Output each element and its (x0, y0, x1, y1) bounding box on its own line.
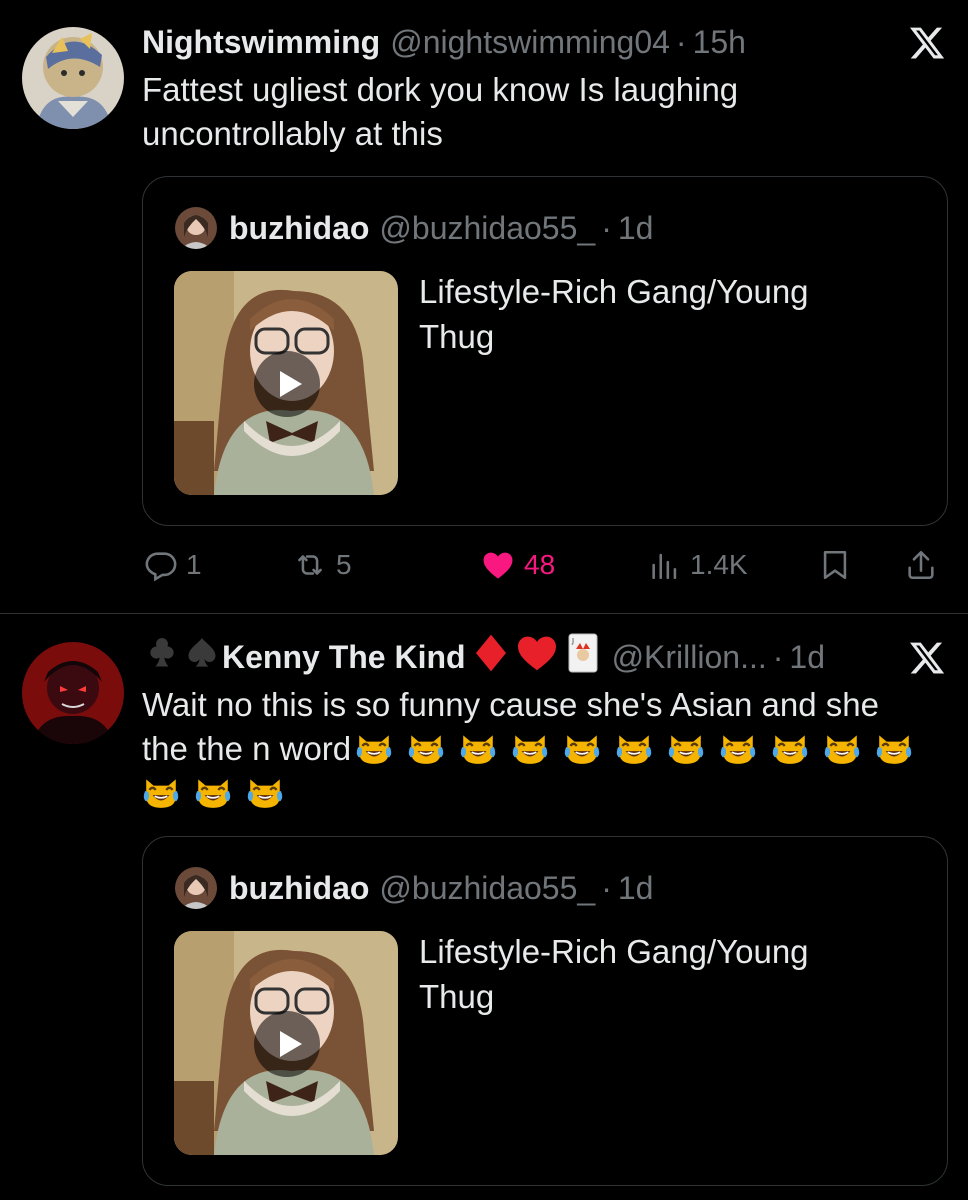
quoted-timestamp[interactable]: 1d (618, 210, 654, 247)
quoted-tweet[interactable]: buzhidao @buzhidao55_ · 1d Lifestyle-Ric… (142, 836, 948, 1186)
crying-laughing-cat-emoji (720, 735, 756, 764)
crying-laughing-cat-emoji (143, 779, 179, 808)
emoji-row (351, 730, 913, 767)
repost-count: 5 (336, 549, 352, 580)
quoted-avatar[interactable] (175, 207, 217, 249)
like-count: 48 (524, 549, 556, 580)
play-icon[interactable] (254, 351, 320, 417)
quoted-avatar[interactable] (175, 867, 217, 909)
quoted-header: buzhidao @buzhidao55_ · 1d (229, 867, 653, 909)
tweet-header: Nightswimming @nightswimming04 · 15h (142, 22, 746, 62)
quoted-timestamp[interactable]: 1d (618, 870, 654, 907)
x-logo-icon (909, 27, 945, 59)
spade-suit-icon (182, 635, 222, 679)
separator-dot: · (601, 209, 612, 246)
quoted-display-name[interactable]: buzhidao (229, 210, 369, 247)
tweet[interactable]: Nightswimming @nightswimming04 · 15h Fat… (0, 0, 968, 614)
crying-laughing-cat-emoji (460, 735, 496, 764)
emoji-row (142, 771, 942, 815)
share-icon (908, 550, 934, 580)
reply-count: 1 (186, 549, 202, 580)
timestamp[interactable]: 1d (789, 639, 825, 676)
bookmark-icon (823, 550, 847, 580)
crying-laughing-cat-emoji (668, 735, 704, 764)
separator-dot: · (601, 869, 612, 906)
like-button[interactable]: 48 (480, 545, 555, 585)
repost-button[interactable]: 5 (292, 545, 352, 585)
views-button[interactable]: 1.4K (648, 545, 748, 585)
crying-laughing-cat-emoji (564, 735, 600, 764)
share-button[interactable] (904, 545, 938, 585)
crying-laughing-cat-emoji (616, 735, 652, 764)
display-name[interactable]: Kenny The Kind (222, 639, 466, 676)
crying-laughing-cat-emoji (512, 735, 548, 764)
crying-laughing-cat-emoji (772, 735, 808, 764)
reply-icon (145, 552, 177, 582)
views-icon (652, 553, 677, 580)
crying-laughing-cat-emoji (195, 779, 231, 808)
tweet-text-fragment: the the n word (142, 730, 352, 767)
quoted-header: buzhidao @buzhidao55_ · 1d (229, 207, 653, 249)
quoted-tweet[interactable]: buzhidao @buzhidao55_ · 1d Lifestyle-Ric… (142, 176, 948, 526)
quoted-handle[interactable]: @buzhidao55_ (379, 210, 595, 247)
avatar[interactable] (22, 27, 124, 129)
quoted-display-name[interactable]: buzhidao (229, 870, 369, 907)
video-thumbnail[interactable] (174, 931, 398, 1155)
crying-laughing-cat-emoji (824, 735, 860, 764)
play-icon[interactable] (254, 1011, 320, 1077)
tweet[interactable]: Kenny The Kind J @Krillion... · 1d Wait … (0, 615, 968, 1200)
joker-card-icon: J (568, 633, 598, 681)
views-count: 1.4K (690, 549, 748, 580)
bookmark-button[interactable] (818, 545, 852, 585)
x-logo-icon (909, 642, 945, 674)
diamond-suit-icon (474, 633, 508, 681)
display-name[interactable]: Nightswimming (142, 24, 380, 61)
club-suit-icon (142, 635, 182, 679)
separator-dot: · (772, 638, 784, 675)
crying-laughing-cat-emoji (247, 779, 283, 808)
quoted-text: Lifestyle-Rich Gang/Young Thug (419, 273, 809, 355)
tweet-text: Fattest ugliest dork you know Is laughin… (142, 71, 739, 152)
divider (0, 613, 968, 614)
svg-text:J: J (571, 637, 574, 645)
heart-icon (483, 552, 513, 579)
heart-suit-icon (516, 634, 558, 680)
quoted-text: Lifestyle-Rich Gang/Young Thug (419, 933, 809, 1015)
crying-laughing-cat-emoji (876, 735, 912, 764)
quoted-handle[interactable]: @buzhidao55_ (379, 870, 595, 907)
tweet-text: Wait no this is so funny cause she's Asi… (142, 683, 942, 815)
crying-laughing-cat-emoji (408, 735, 444, 764)
timestamp[interactable]: 15h (693, 24, 746, 61)
handle[interactable]: @nightswimming04 (390, 24, 670, 61)
video-thumbnail[interactable] (174, 271, 398, 495)
crying-laughing-cat-emoji (356, 735, 392, 764)
avatar[interactable] (22, 642, 124, 744)
separator-dot: · (675, 23, 687, 60)
repost-icon (298, 555, 322, 575)
tweet-text-line: the the n word (142, 727, 942, 771)
handle[interactable]: @Krillion... (612, 639, 767, 676)
action-bar: 1 5 48 1.4K (142, 545, 948, 585)
tweet-header: Kenny The Kind J @Krillion... · 1d (142, 633, 825, 680)
tweet-text-line: Wait no this is so funny cause she's Asi… (142, 686, 879, 723)
reply-button[interactable]: 1 (144, 545, 202, 585)
